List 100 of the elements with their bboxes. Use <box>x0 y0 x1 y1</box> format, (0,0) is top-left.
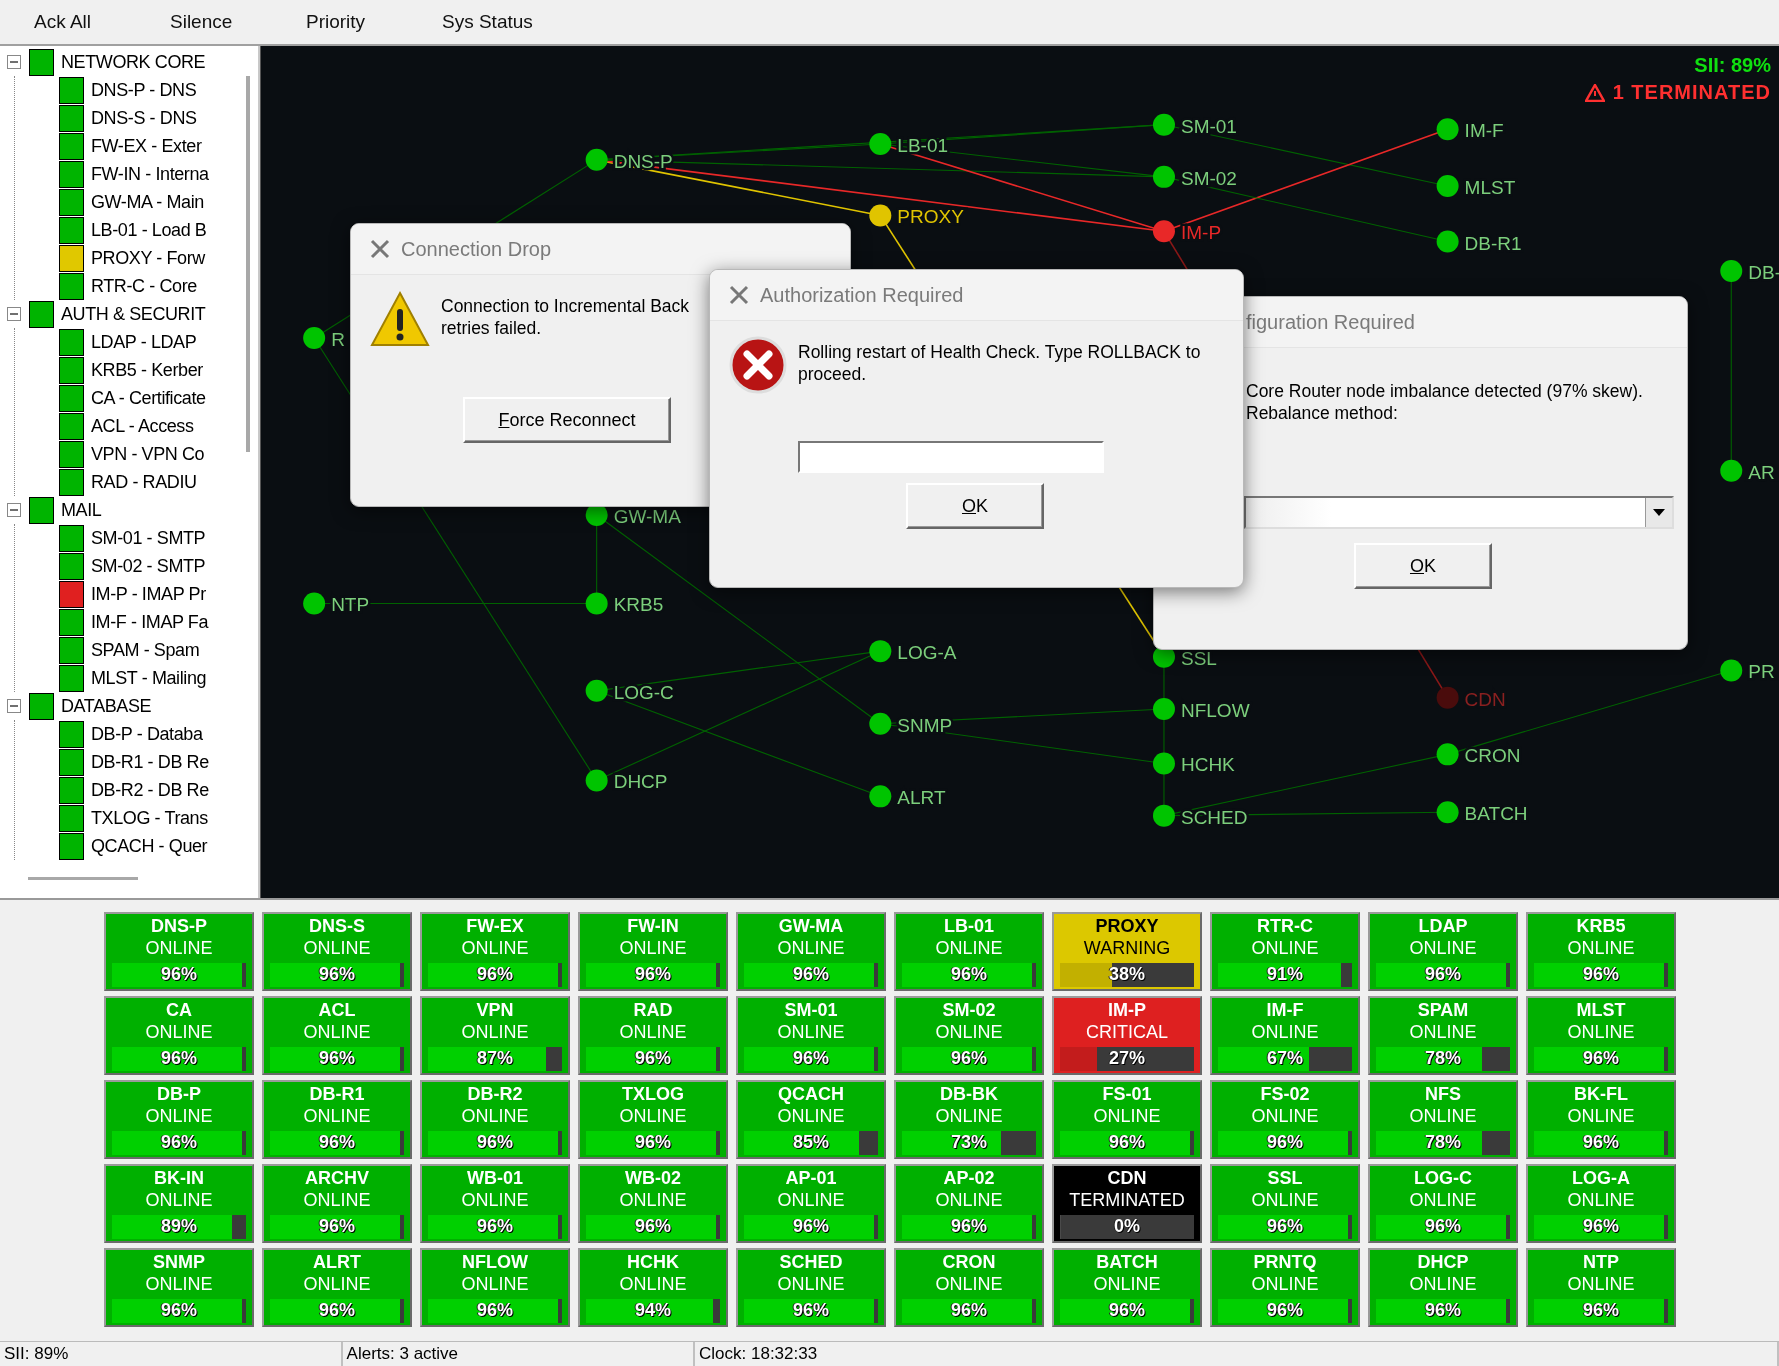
status-tile[interactable]: NFS ONLINE 78% <box>1368 1080 1518 1159</box>
tree-item[interactable]: IM-F - IMAP Fa <box>15 608 238 636</box>
collapse-icon[interactable] <box>7 503 21 517</box>
close-icon[interactable] <box>728 284 750 306</box>
status-tile[interactable]: SCHED ONLINE 96% <box>736 1248 886 1327</box>
node-dot[interactable] <box>1436 801 1459 824</box>
input-field[interactable] <box>798 441 1104 473</box>
node-dot[interactable] <box>1720 260 1743 283</box>
node-dot[interactable] <box>869 785 892 808</box>
close-icon[interactable] <box>369 238 391 260</box>
status-tile[interactable]: BK-FL ONLINE 96% <box>1526 1080 1676 1159</box>
scrollbar[interactable] <box>246 76 250 452</box>
status-tile[interactable]: NFLOW ONLINE 96% <box>420 1248 570 1327</box>
node-dot[interactable] <box>869 204 892 227</box>
node-dot[interactable] <box>585 679 608 702</box>
collapse-icon[interactable] <box>7 699 21 713</box>
tree-item[interactable]: QCACH - Quer <box>15 832 238 860</box>
tree-item[interactable]: FW-EX - Exter <box>15 132 238 160</box>
menu-item[interactable]: Ack All <box>34 11 170 33</box>
reconnect-button[interactable]: Force Reconnect <box>463 397 671 443</box>
status-tile[interactable]: GW-MA ONLINE 96% <box>736 912 886 991</box>
tree-item[interactable]: DNS-P - DNS <box>15 76 238 104</box>
menu-item[interactable]: Sys Status <box>442 11 578 33</box>
status-tile[interactable]: FW-IN ONLINE 96% <box>578 912 728 991</box>
status-tile[interactable]: PRNTQ ONLINE 96% <box>1210 1248 1360 1327</box>
status-tile[interactable]: LB-01 ONLINE 96% <box>894 912 1044 991</box>
status-tile[interactable]: ALRT ONLINE 96% <box>262 1248 412 1327</box>
node-dot[interactable] <box>869 712 892 735</box>
status-tile[interactable]: TXLOG ONLINE 96% <box>578 1080 728 1159</box>
tree-item[interactable]: KRB5 - Kerber <box>15 356 238 384</box>
tree-item[interactable]: SM-02 - SMTP <box>15 552 238 580</box>
status-tile[interactable]: DB-BK ONLINE 73% <box>894 1080 1044 1159</box>
node-dot[interactable] <box>1436 174 1459 197</box>
status-tile[interactable]: RTR-C ONLINE 91% <box>1210 912 1360 991</box>
node-dot[interactable] <box>1436 230 1459 253</box>
status-tile[interactable]: DNS-S ONLINE 96% <box>262 912 412 991</box>
node-dot[interactable] <box>869 640 892 663</box>
status-tile[interactable]: HCHK ONLINE 94% <box>578 1248 728 1327</box>
status-tile[interactable]: QCACH ONLINE 85% <box>736 1080 886 1159</box>
tree-item[interactable]: IM-P - IMAP Pr <box>15 580 238 608</box>
node-dot[interactable] <box>585 769 608 792</box>
status-tile[interactable]: LDAP ONLINE 96% <box>1368 912 1518 991</box>
status-tile[interactable]: LOG-A ONLINE 96% <box>1526 1164 1676 1243</box>
tree-item[interactable]: DB-R2 - DB Re <box>15 776 238 804</box>
tree-item[interactable]: DB-P - Databa <box>15 720 238 748</box>
status-tile[interactable]: ACL ONLINE 96% <box>262 996 412 1075</box>
status-tile[interactable]: DB-P ONLINE 96% <box>104 1080 254 1159</box>
status-tile[interactable]: LOG-C ONLINE 96% <box>1368 1164 1518 1243</box>
tree-item[interactable]: ACL - Access <box>15 412 238 440</box>
node-dot[interactable] <box>1152 165 1175 188</box>
status-tile[interactable]: NTP ONLINE 96% <box>1526 1248 1676 1327</box>
tree-group[interactable]: MAIL <box>0 496 238 524</box>
ok-button[interactable]: OK <box>906 483 1044 529</box>
node-dot[interactable] <box>1152 698 1175 720</box>
node-dot[interactable] <box>585 592 608 615</box>
node-dot[interactable] <box>869 132 892 155</box>
tree-group[interactable]: AUTH & SECURIT <box>0 300 238 328</box>
status-tile[interactable]: AP-01 ONLINE 96% <box>736 1164 886 1243</box>
tree-item[interactable]: FW-IN - Interna <box>15 160 238 188</box>
status-tile[interactable]: SSL ONLINE 96% <box>1210 1164 1360 1243</box>
status-tile[interactable]: FS-02 ONLINE 96% <box>1210 1080 1360 1159</box>
dropdown-field[interactable] <box>1244 496 1674 529</box>
node-dot[interactable] <box>1436 743 1459 766</box>
node-dot[interactable] <box>303 592 326 615</box>
tree-item[interactable]: LDAP - LDAP <box>15 328 238 356</box>
node-dot[interactable] <box>1152 752 1175 775</box>
status-tile[interactable]: WB-02 ONLINE 96% <box>578 1164 728 1243</box>
status-tile[interactable]: IM-P CRITICAL 27% <box>1052 996 1202 1075</box>
node-dot[interactable] <box>303 327 326 349</box>
status-tile[interactable]: BK-IN ONLINE 89% <box>104 1164 254 1243</box>
node-dot[interactable] <box>1436 686 1459 709</box>
status-tile[interactable]: DB-R1 ONLINE 96% <box>262 1080 412 1159</box>
status-tile[interactable]: SPAM ONLINE 78% <box>1368 996 1518 1075</box>
node-dot[interactable] <box>1152 804 1175 827</box>
tree-item[interactable]: DNS-S - DNS <box>15 104 238 132</box>
node-dot[interactable] <box>1720 659 1743 682</box>
status-tile[interactable]: FW-EX ONLINE 96% <box>420 912 570 991</box>
status-tile[interactable]: CA ONLINE 96% <box>104 996 254 1075</box>
status-tile[interactable]: RAD ONLINE 96% <box>578 996 728 1075</box>
collapse-icon[interactable] <box>7 55 21 69</box>
status-tile[interactable]: DNS-P ONLINE 96% <box>104 912 254 991</box>
menu-item[interactable]: Silence <box>170 11 306 33</box>
status-tile[interactable]: WB-01 ONLINE 96% <box>420 1164 570 1243</box>
status-tile[interactable]: IM-F ONLINE 67% <box>1210 996 1360 1075</box>
tree-item[interactable]: VPN - VPN Co <box>15 440 238 468</box>
status-tile[interactable]: DB-R2 ONLINE 96% <box>420 1080 570 1159</box>
tree-item[interactable]: MLST - Mailing <box>15 664 238 692</box>
tree-group[interactable]: DATABASE <box>0 692 238 720</box>
node-dot[interactable] <box>1152 113 1175 136</box>
tree-item[interactable]: RTR-C - Core <box>15 272 238 300</box>
tree-item[interactable]: SPAM - Spam <box>15 636 238 664</box>
status-tile[interactable]: VPN ONLINE 87% <box>420 996 570 1075</box>
tree-group[interactable]: NETWORK CORE <box>0 48 238 76</box>
menu-item[interactable]: Priority <box>306 11 442 33</box>
status-tile[interactable]: AP-02 ONLINE 96% <box>894 1164 1044 1243</box>
tree-item[interactable]: LB-01 - Load B <box>15 216 238 244</box>
status-tile[interactable]: KRB5 ONLINE 96% <box>1526 912 1676 991</box>
status-tile[interactable]: FS-01 ONLINE 96% <box>1052 1080 1202 1159</box>
tree-item[interactable]: DB-R1 - DB Re <box>15 748 238 776</box>
tree-item[interactable]: TXLOG - Trans <box>15 804 238 832</box>
